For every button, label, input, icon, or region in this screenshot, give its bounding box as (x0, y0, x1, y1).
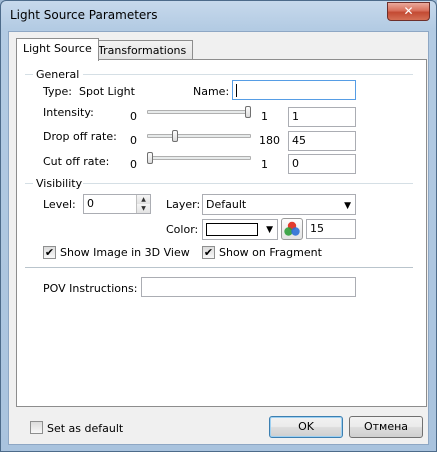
show-on-fragment-label[interactable]: Show on Fragment (219, 246, 322, 259)
layer-dropdown[interactable]: Default ▼ (202, 194, 356, 215)
cut-off-max: 1 (261, 158, 268, 171)
ok-button[interactable]: OK (269, 416, 343, 438)
drop-off-min: 0 (130, 134, 137, 147)
type-label: Type: (43, 85, 72, 98)
color-number-value: 15 (310, 222, 324, 235)
cancel-button[interactable]: Отмена (349, 416, 423, 438)
slider-track (147, 156, 251, 160)
window-title: Light Source Parameters (10, 8, 158, 22)
tab-transformations[interactable]: Transformations (91, 40, 194, 59)
cut-off-min: 0 (130, 158, 137, 171)
name-input[interactable] (232, 80, 356, 100)
slider-track (147, 134, 251, 138)
drop-off-max: 180 (259, 134, 280, 147)
slider-thumb[interactable] (171, 130, 178, 142)
show-on-fragment-checkbox[interactable]: ✔ (202, 246, 215, 259)
cut-off-label: Cut off rate: (43, 155, 110, 168)
check-icon: ✔ (44, 246, 55, 259)
color-dropdown[interactable]: ▼ (202, 219, 278, 240)
chevron-down-icon: ▼ (344, 201, 351, 211)
cut-off-input[interactable]: 0 (288, 154, 356, 174)
drop-off-label: Drop off rate: (43, 130, 117, 143)
set-as-default-label[interactable]: Set as default (47, 422, 123, 435)
intensity-label: Intensity: (43, 106, 94, 119)
cut-off-input-value: 0 (292, 157, 299, 170)
spin-up-button[interactable]: ▲ (136, 195, 150, 204)
visibility-group-title: Visibility (36, 177, 83, 190)
color-number-input[interactable]: 15 (306, 219, 356, 239)
visibility-group-separator-left (25, 183, 33, 184)
divider-line (25, 267, 413, 268)
pov-instructions-input[interactable] (141, 277, 356, 297)
intensity-min: 0 (130, 110, 137, 123)
text-caret (236, 83, 237, 97)
dialog-client-area: Light Source Transformations General Typ… (8, 31, 429, 445)
chevron-down-icon: ▼ (266, 225, 273, 235)
color-label: Color: (166, 223, 199, 236)
slider-thumb[interactable] (147, 152, 153, 164)
tab-label: Transformations (98, 44, 187, 57)
spin-up-icon: ▲ (141, 196, 146, 203)
check-icon: ✔ (203, 246, 214, 259)
tab-label: Light Source (23, 42, 92, 55)
set-as-default-checkbox[interactable] (30, 421, 43, 434)
show-image-3d-label[interactable]: Show Image in 3D View (60, 246, 190, 259)
cancel-button-label: Отмена (363, 420, 409, 433)
intensity-input[interactable]: 1 (288, 107, 356, 127)
intensity-max: 1 (261, 110, 268, 123)
tab-panel-light-source: General Type: Spot Light Name: Intensity… (16, 59, 427, 407)
palette-icon (284, 221, 300, 236)
drop-off-input[interactable]: 45 (288, 131, 356, 151)
visibility-group-separator (83, 183, 413, 184)
spin-down-icon: ▼ (141, 205, 146, 212)
general-group-separator-left (25, 74, 33, 75)
close-icon: ✕ (403, 4, 414, 18)
level-label: Level: (43, 198, 76, 211)
level-spinner[interactable]: 0 ▲ ▼ (83, 194, 151, 214)
color-swatch (206, 223, 258, 236)
type-value: Spot Light (79, 85, 135, 98)
pov-instructions-label: POV Instructions: (43, 282, 138, 295)
general-group-separator (83, 74, 413, 75)
spin-down-button[interactable]: ▼ (136, 204, 150, 213)
layer-selected-value: Default (206, 198, 247, 211)
drop-off-input-value: 45 (292, 134, 306, 147)
dialog-window: Light Source Parameters ✕ Light Source T… (0, 0, 437, 452)
intensity-input-value: 1 (292, 110, 299, 123)
general-group-title: General (36, 68, 80, 81)
name-label: Name: (193, 85, 230, 98)
title-bar[interactable]: Light Source Parameters ✕ (1, 1, 436, 31)
layer-label: Layer: (166, 198, 201, 211)
level-value: 0 (87, 197, 94, 210)
show-image-3d-checkbox[interactable]: ✔ (43, 246, 56, 259)
ok-button-label: OK (298, 420, 314, 433)
color-palette-button[interactable] (281, 218, 303, 240)
close-button[interactable]: ✕ (387, 2, 430, 21)
slider-track (147, 110, 251, 114)
tab-light-source[interactable]: Light Source (16, 38, 99, 61)
slider-thumb[interactable] (245, 106, 251, 118)
